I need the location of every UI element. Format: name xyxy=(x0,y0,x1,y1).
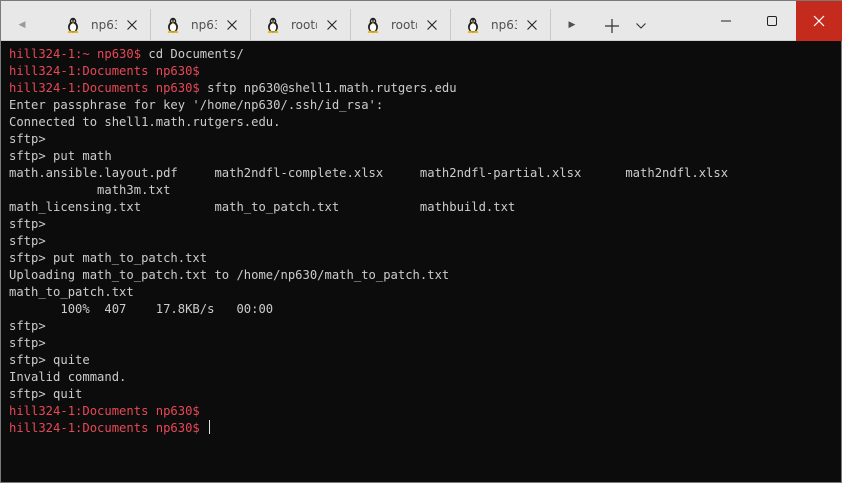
close-icon xyxy=(127,20,137,30)
tab-dropdown-button[interactable] xyxy=(629,13,653,39)
terminal-text: sftp> quite xyxy=(9,353,90,367)
terminal-line: math3m.txt xyxy=(9,182,841,199)
shell-prompt: hill324-1:Documents np630$ xyxy=(9,64,200,78)
terminal-text: math_to_patch.txt xyxy=(9,285,134,299)
terminal-window: ◀ np630 np630 root@ root@ np630 ▶ xyxy=(0,0,842,483)
tab-close-button[interactable] xyxy=(425,18,439,32)
text-cursor xyxy=(209,420,211,434)
chevron-down-icon xyxy=(636,23,646,29)
shell-prompt: hill324-1:Documents np630$ xyxy=(9,404,200,418)
terminal-text: sftp> put math xyxy=(9,149,112,163)
terminal-text: Enter passphrase for key '/home/np630/.s… xyxy=(9,98,384,112)
terminal-line: sftp> xyxy=(9,318,841,335)
terminal-text: sftp> put math_to_patch.txt xyxy=(9,251,208,265)
tab-5[interactable]: np630 xyxy=(453,9,551,41)
terminal-line: sftp> quit xyxy=(9,386,841,403)
terminal-text: cd Documents/ xyxy=(141,47,244,61)
terminal-line: hill324-1:Documents np630$ xyxy=(9,420,841,437)
tab-close-button[interactable] xyxy=(525,18,539,32)
tab-2[interactable]: np630 xyxy=(153,9,251,41)
tab-1[interactable]: np630 xyxy=(53,9,151,41)
terminal-line: math.ansible.layout.pdf math2ndfl-comple… xyxy=(9,165,841,182)
terminal-text: sftp> xyxy=(9,217,46,231)
tab-4[interactable]: root@ xyxy=(353,9,451,41)
chevron-right-icon: ▶ xyxy=(568,20,576,30)
terminal-line: 100% 407 17.8KB/s 00:00 xyxy=(9,301,841,318)
close-icon xyxy=(427,20,437,30)
shell-prompt: hill324-1:~ np630$ xyxy=(9,47,142,61)
terminal-line: hill324-1:Documents np630$ xyxy=(9,63,841,80)
terminal-line: math_to_patch.txt xyxy=(9,284,841,301)
terminal-text: Uploading math_to_patch.txt to /home/np6… xyxy=(9,268,450,282)
tux-icon xyxy=(465,17,481,33)
tab-label: np630 xyxy=(91,18,117,32)
terminal-output[interactable]: hill324-1:~ np630$ cd Documents/hill324-… xyxy=(1,42,841,483)
terminal-line: sftp> put math xyxy=(9,148,841,165)
terminal-text: Connected to shell1.math.rutgers.edu. xyxy=(9,115,281,129)
terminal-line: hill324-1:Documents np630$ xyxy=(9,403,841,420)
terminal-text: math.ansible.layout.pdf math2ndfl-comple… xyxy=(9,166,729,180)
terminal-line: Connected to shell1.math.rutgers.edu. xyxy=(9,114,841,131)
maximize-button[interactable] xyxy=(749,1,795,41)
terminal-text: 100% 407 17.8KB/s 00:00 xyxy=(9,302,274,316)
tab-close-button[interactable] xyxy=(125,18,139,32)
new-tab-button[interactable] xyxy=(599,13,625,39)
terminal-line: Enter passphrase for key '/home/np630/.s… xyxy=(9,97,841,114)
terminal-text: math_licensing.txt math_to_patch.txt mat… xyxy=(9,200,516,214)
title-bar: ◀ np630 np630 root@ root@ np630 ▶ xyxy=(1,1,842,41)
terminal-text: sftp> xyxy=(9,336,46,350)
close-icon xyxy=(327,20,337,30)
terminal-text: sftp> xyxy=(9,319,46,333)
plus-icon xyxy=(605,19,619,33)
tab-label: root@ xyxy=(291,18,317,32)
tab-label: root@ xyxy=(391,18,417,32)
chevron-left-icon: ◀ xyxy=(18,20,26,30)
terminal-line: Invalid command. xyxy=(9,369,841,386)
terminal-text: sftp> xyxy=(9,132,46,146)
shell-prompt: hill324-1:Documents np630$ xyxy=(9,421,200,435)
terminal-text: math3m.txt xyxy=(9,183,171,197)
minimize-icon xyxy=(721,20,731,22)
terminal-line: hill324-1:Documents np630$ sftp np630@sh… xyxy=(9,80,841,97)
tab-close-button[interactable] xyxy=(325,18,339,32)
tux-icon xyxy=(365,17,381,33)
terminal-line: sftp> quite xyxy=(9,352,841,369)
close-icon xyxy=(813,15,825,27)
shell-prompt: hill324-1:Documents np630$ xyxy=(9,81,200,95)
terminal-line: sftp> xyxy=(9,335,841,352)
terminal-line: sftp> put math_to_patch.txt xyxy=(9,250,841,267)
tab-close-button[interactable] xyxy=(225,18,239,32)
tux-icon xyxy=(165,17,181,33)
maximize-icon xyxy=(767,16,777,26)
tab-label: np630 xyxy=(491,18,517,32)
close-window-button[interactable] xyxy=(796,1,842,41)
terminal-line: hill324-1:~ np630$ cd Documents/ xyxy=(9,46,841,63)
tab-scroll-left-button[interactable]: ◀ xyxy=(9,9,35,41)
close-icon xyxy=(227,20,237,30)
terminal-line: sftp> xyxy=(9,233,841,250)
terminal-text: sftp> quit xyxy=(9,387,83,401)
terminal-line: sftp> xyxy=(9,131,841,148)
terminal-line: math_licensing.txt math_to_patch.txt mat… xyxy=(9,199,841,216)
terminal-line: Uploading math_to_patch.txt to /home/np6… xyxy=(9,267,841,284)
terminal-text: Invalid command. xyxy=(9,370,127,384)
tab-label: np630 xyxy=(191,18,217,32)
tux-icon xyxy=(265,17,281,33)
tab-3[interactable]: root@ xyxy=(253,9,351,41)
close-icon xyxy=(527,20,537,30)
terminal-line: sftp> xyxy=(9,216,841,233)
tux-icon xyxy=(65,17,81,33)
terminal-text: sftp> xyxy=(9,234,46,248)
terminal-text: sftp np630@shell1.math.rutgers.edu xyxy=(199,81,457,95)
tab-scroll-right-button[interactable]: ▶ xyxy=(561,9,583,41)
minimize-button[interactable] xyxy=(703,1,749,41)
